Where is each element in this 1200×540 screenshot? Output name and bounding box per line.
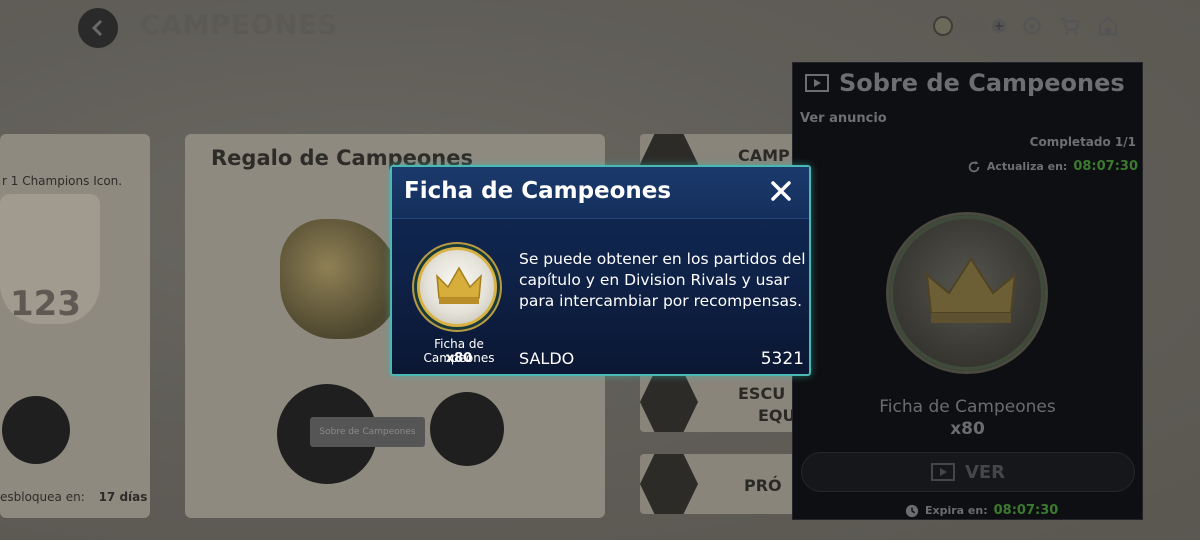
crown-icon — [436, 266, 482, 304]
panel-title: Sobre de Campeones — [805, 69, 1125, 97]
top-bar-right: 5321 + — [933, 14, 1120, 38]
modal-header: Ficha de Campeones — [392, 167, 809, 219]
unlock-info: esbloquea en: 17 días — [0, 490, 147, 504]
expire-time: 08:07:30 — [993, 503, 1059, 518]
pack-label: Sobre de Campeones — [310, 417, 425, 447]
token-quantity: x80 — [950, 419, 985, 439]
crown-icon — [925, 257, 1017, 323]
watch-ad-label: VER — [964, 461, 1006, 483]
cart-icon — [1060, 17, 1080, 35]
menu-label: PRÓ — [744, 476, 782, 495]
expire-label: Expira en: — [925, 504, 988, 517]
champions-icon-card[interactable]: r 1 Champions Icon. 123 esbloquea en: 17… — [0, 134, 150, 518]
stopwatch-icon — [640, 454, 698, 514]
watch-ad-button[interactable]: VER — [801, 452, 1135, 492]
cart-circle-icon — [2, 396, 70, 464]
clock-icon — [905, 504, 919, 517]
pack-side-panel: Sobre de Campeones Ver anuncio Completad… — [792, 62, 1143, 520]
close-button[interactable] — [769, 179, 793, 203]
coins-pile-image — [280, 219, 400, 339]
modal-token-quantity: x80 — [445, 351, 473, 366]
page-title: CAMPEONES — [140, 10, 339, 41]
menu-item-proximo[interactable]: PRÓ — [640, 454, 800, 514]
balance-label: SALDO — [519, 349, 575, 368]
modal-description: Se puede obtener en los partidos del cap… — [519, 250, 806, 310]
menu-label: EQU — [758, 406, 796, 425]
token-name: Ficha de Campeones — [879, 397, 1056, 417]
token-info-modal: Ficha de Campeones Ficha de Campeones x8… — [390, 165, 811, 376]
coin-balance[interactable]: 5321 + — [933, 16, 1006, 36]
coin-value: 5321 — [957, 19, 988, 33]
expire-timer: Expira en: 08:07:30 — [905, 503, 1058, 518]
balance-value: 5321 — [760, 349, 804, 369]
film-icon — [930, 463, 955, 481]
gear-icon — [1023, 17, 1041, 35]
home-icon — [1098, 16, 1118, 36]
champions-token-image — [417, 247, 497, 327]
home-button[interactable] — [1096, 14, 1120, 38]
refresh-time: 08:07:30 — [1073, 159, 1138, 174]
video-option-icon[interactable] — [430, 392, 504, 466]
calendar-icon — [640, 372, 698, 432]
film-icon — [805, 74, 829, 92]
unlock-label: esbloquea en: — [0, 490, 85, 504]
chevron-left-icon — [91, 19, 103, 37]
plus-icon: + — [992, 19, 1006, 33]
ad-label: Ver anuncio — [800, 111, 887, 126]
champions-token-image — [889, 215, 1045, 371]
panel-title-text: Sobre de Campeones — [839, 69, 1125, 97]
refresh-timer: Actualiza en: 08:07:30 — [967, 159, 1138, 174]
champions-text: r 1 Champions Icon. — [2, 174, 123, 188]
close-icon — [771, 181, 791, 201]
coin-icon — [933, 16, 954, 36]
unlock-days: 17 días — [98, 490, 148, 504]
menu-label: CAMP — [738, 146, 790, 165]
player-rating: 123 — [10, 284, 81, 324]
menu-item-escudo[interactable]: ESCU EQU — [640, 372, 800, 432]
refresh-icon — [968, 160, 980, 172]
modal-title: Ficha de Campeones — [404, 178, 672, 204]
back-button[interactable] — [78, 8, 118, 48]
settings-button[interactable] — [1020, 14, 1044, 38]
store-button[interactable] — [1058, 14, 1082, 38]
menu-label: ESCU — [738, 384, 786, 403]
progress-text: Completado 1/1 — [1029, 135, 1136, 149]
refresh-label: Actualiza en: — [986, 160, 1068, 173]
